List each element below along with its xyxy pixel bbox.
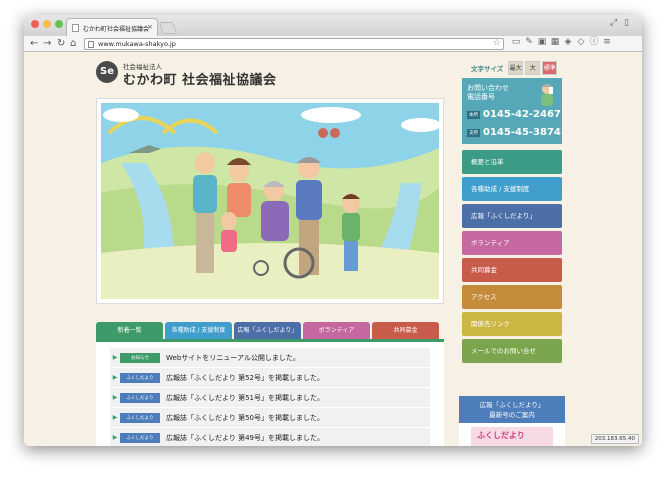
news-text[interactable]: 広報誌「ふくしだより 第51号」を掲載しました。 <box>166 393 324 403</box>
page-icon <box>88 41 94 48</box>
news-badge: ふくしだより <box>120 412 160 423</box>
home-icon[interactable]: ⌂ <box>70 37 76 51</box>
close-tab-icon[interactable]: × <box>147 23 153 31</box>
window-controls <box>31 20 63 28</box>
tab-strip: むかわ町社会福祉協議会 × ⤢ ▯ <box>24 15 642 36</box>
address-bar[interactable]: www.mukawa-shakyo.jp ☆ <box>84 38 504 50</box>
grid-icon[interactable]: ▦ <box>550 37 560 48</box>
info-icon[interactable]: ⓘ <box>589 37 599 48</box>
arrow-icon: ▶ <box>112 374 118 381</box>
profile-icon[interactable]: ▯ <box>624 18 629 28</box>
tab-grants[interactable]: 各種助成 / 支援制度 <box>165 322 232 339</box>
arrow-icon: ▶ <box>112 354 118 361</box>
tab-newsletter[interactable]: 広報「ふくしだより」 <box>234 322 301 339</box>
sidebar-item-newsletter[interactable]: 広報「ふくしだより」 <box>462 204 562 228</box>
phone-main[interactable]: 本所 0145-42-2467 <box>467 109 561 120</box>
news-text[interactable]: 広報誌「ふくしだより 第50号」を掲載しました。 <box>166 413 324 423</box>
news-badge: ふくしだより <box>120 392 160 403</box>
contact-title: お問い合わせ 電話番号 <box>467 84 509 101</box>
arrow-icon: ▶ <box>112 394 118 401</box>
phone-branch[interactable]: 支所 0145-45-3874 <box>467 127 561 138</box>
news-item[interactable]: ▶ ふくしだより 広報誌「ふくしだより 第52号」を掲載しました。 <box>110 368 430 387</box>
sidebar-item-access[interactable]: アクセス <box>462 285 562 309</box>
tab-volunteer[interactable]: ボランティア <box>303 322 370 339</box>
news-text[interactable]: 広報誌「ふくしだより 第49号」を掲載しました。 <box>166 433 324 443</box>
status-bubble: 203.183.65.40 <box>590 434 639 444</box>
page-favicon-icon <box>72 24 79 32</box>
news-badge: ふくしだより <box>120 372 160 383</box>
newsletter-banner[interactable]: 広報「ふくしだより」 最新号のご案内 ふくしだより <box>459 396 565 446</box>
sidebar-item-grants[interactable]: 各種助成 / 支援制度 <box>462 177 562 201</box>
tab-community-chest[interactable]: 共同募金 <box>372 322 439 339</box>
reload-icon[interactable]: ↻ <box>57 37 65 51</box>
news-item[interactable]: ▶ ふくしだより 広報誌「ふくしだより 第51号」を掲載しました。 <box>110 388 430 407</box>
font-size-standard-button[interactable]: 標準 <box>542 61 558 75</box>
menu-icon[interactable]: ≡ <box>602 37 612 48</box>
extension-icon[interactable]: ▭ <box>511 37 521 48</box>
news-item[interactable]: ▶ お知らせ Webサイトをリニューアル公開しました。 <box>110 348 430 367</box>
family-illustration-image <box>101 103 441 299</box>
staff-illustration-icon <box>541 84 553 106</box>
font-size-large-button[interactable]: 大 <box>525 61 541 75</box>
news-item[interactable]: ▶ ふくしだより 広報誌「ふくしだより 第50号」を掲載しました。 <box>110 408 430 427</box>
news-text[interactable]: 広報誌「ふくしだより 第52号」を掲載しました。 <box>166 373 324 383</box>
news-text[interactable]: Webサイトをリニューアル公開しました。 <box>166 353 300 363</box>
arrow-icon: ▶ <box>112 434 118 441</box>
web-page: Se 社会福祉法人 むかわ町 社会福祉協議会 文字サイズ 最大 大 標準 お問い… <box>24 52 642 446</box>
arrow-icon: ▶ <box>112 414 118 421</box>
banner-title: 広報「ふくしだより」 最新号のご案内 <box>459 396 565 423</box>
sidebar-item-community-chest[interactable]: 共同募金 <box>462 258 562 282</box>
new-tab-button[interactable] <box>158 22 178 34</box>
news-list: ▶ お知らせ Webサイトをリニューアル公開しました。 ▶ ふくしだより 広報誌… <box>96 339 444 446</box>
news-badge: ふくしだより <box>120 432 160 443</box>
puzzle-icon[interactable]: ◈ <box>563 37 573 48</box>
minimize-window-button[interactable] <box>43 20 51 28</box>
sidebar-item-links[interactable]: 関係先リンク <box>462 312 562 336</box>
extension-icons: ▭ ✎ ▣ ▦ ◈ ◇ ⓘ ≡ <box>511 37 612 48</box>
fullscreen-icon[interactable]: ⤢ <box>610 18 617 28</box>
news-tabs: 新着一覧 各種助成 / 支援制度 広報「ふくしだより」 ボランティア 共同募金 <box>96 322 439 339</box>
font-size-label: 文字サイズ <box>471 65 504 73</box>
sidebar-item-volunteer[interactable]: ボランティア <box>462 231 562 255</box>
org-logo[interactable]: Se <box>96 61 118 83</box>
tab-news[interactable]: 新着一覧 <box>96 322 163 339</box>
sidebar-item-email-contact[interactable]: メールでのお問い合せ <box>462 339 562 363</box>
cast-icon[interactable]: ◇ <box>576 37 586 48</box>
screen-icon[interactable]: ▣ <box>537 37 547 48</box>
close-window-button[interactable] <box>31 20 39 28</box>
sidebar-item-overview[interactable]: 概要と沿革 <box>462 150 562 174</box>
news-badge: お知らせ <box>120 352 160 363</box>
zoom-window-button[interactable] <box>55 20 63 28</box>
browser-tab[interactable]: むかわ町社会福祉協議会 × <box>66 18 158 36</box>
news-item[interactable]: ▶ ふくしだより 広報誌「ふくしだより 第49号」を掲載しました。 <box>110 428 430 446</box>
back-icon[interactable]: ← <box>30 37 38 51</box>
font-size-switcher: 文字サイズ 最大 大 標準 <box>471 61 558 75</box>
browser-window: むかわ町社会福祉協議会 × ⤢ ▯ ← → ↻ ⌂ www.mukawa-sha… <box>24 15 642 446</box>
cover-title: ふくしだより <box>477 431 525 440</box>
font-size-largest-button[interactable]: 最大 <box>508 61 524 75</box>
bookmark-star-icon[interactable]: ☆ <box>493 38 501 49</box>
forward-icon[interactable]: → <box>43 37 51 51</box>
site-title[interactable]: むかわ町 社会福祉協議会 <box>123 69 277 88</box>
hero-illustration <box>96 98 444 304</box>
pen-icon[interactable]: ✎ <box>524 37 534 48</box>
contact-box: お問い合わせ 電話番号 本所 0145-42-2467 支所 0145-45-3… <box>462 78 562 144</box>
newsletter-cover-image[interactable]: ふくしだより <box>471 427 553 446</box>
browser-toolbar: ← → ↻ ⌂ www.mukawa-shakyo.jp ☆ ▭ ✎ ▣ ▦ ◈… <box>24 36 642 52</box>
tab-title: むかわ町社会福祉協議会 <box>83 26 150 33</box>
url-text: www.mukawa-shakyo.jp <box>98 40 176 48</box>
